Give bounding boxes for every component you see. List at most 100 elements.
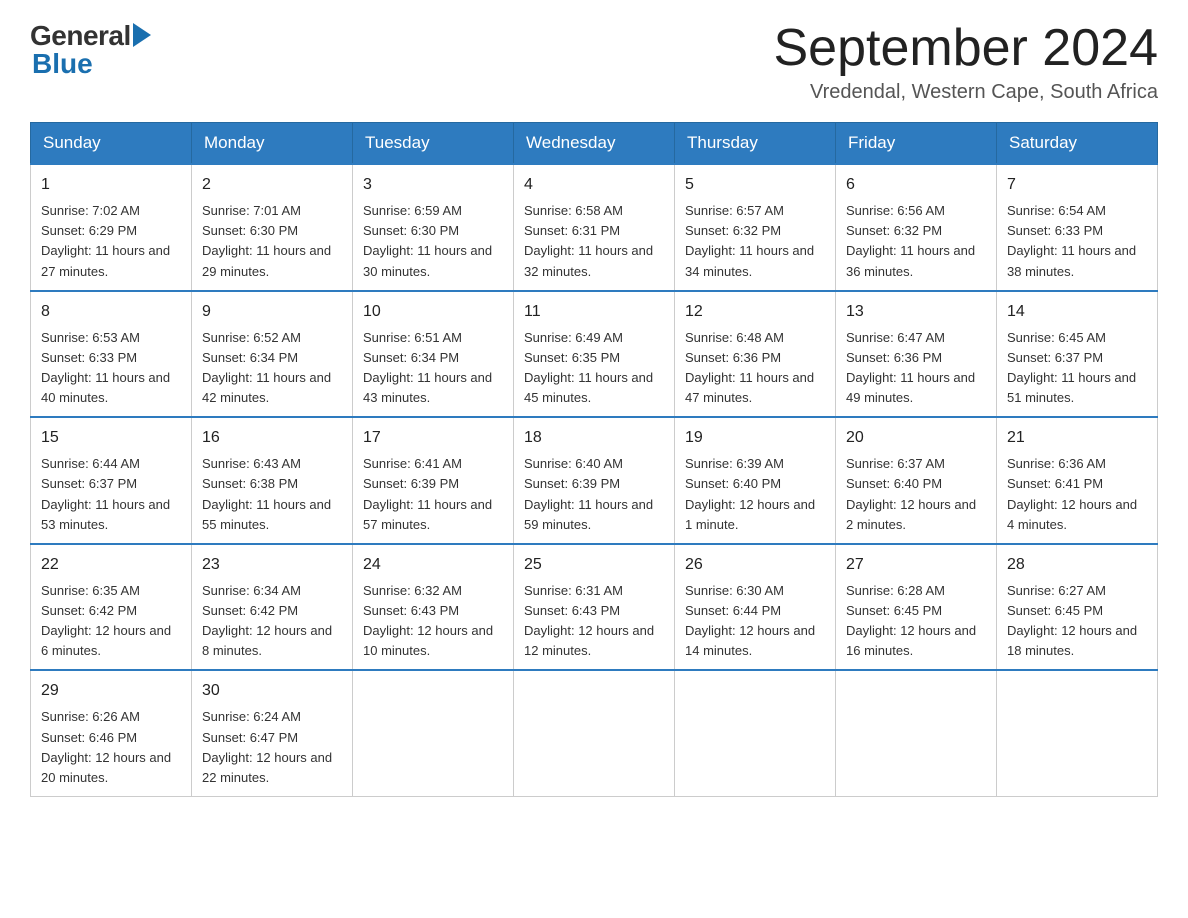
table-row: 10Sunrise: 6:51 AMSunset: 6:34 PMDayligh… bbox=[353, 291, 514, 418]
day-number: 25 bbox=[524, 553, 664, 577]
logo: General Blue bbox=[30, 20, 151, 80]
day-number: 8 bbox=[41, 300, 181, 324]
table-row: 26 Sunrise: 6:30 AMSunset: 6:44 PMDayligh… bbox=[675, 544, 836, 671]
day-number: 13 bbox=[846, 300, 986, 324]
header-thursday: Thursday bbox=[675, 123, 836, 165]
table-row bbox=[836, 670, 997, 796]
table-row bbox=[675, 670, 836, 796]
table-row: 12Sunrise: 6:48 AMSunset: 6:36 PMDayligh… bbox=[675, 291, 836, 418]
table-row: 9 Sunrise: 6:52 AMSunset: 6:34 PMDaylight… bbox=[192, 291, 353, 418]
table-row: 25Sunrise: 6:31 AMSunset: 6:43 PMDayligh… bbox=[514, 544, 675, 671]
day-info: Sunrise: 6:40 AMSunset: 6:39 PMDaylight:… bbox=[524, 454, 664, 535]
day-info: Sunrise: 6:34 AMSunset: 6:42 PMDaylight:… bbox=[202, 581, 342, 662]
day-info: Sunrise: 6:48 AMSunset: 6:36 PMDaylight:… bbox=[685, 328, 825, 409]
day-info: Sunrise: 6:35 AMSunset: 6:42 PMDaylight:… bbox=[41, 581, 181, 662]
day-number: 23 bbox=[202, 553, 342, 577]
day-info: Sunrise: 6:52 AMSunset: 6:34 PMDaylight:… bbox=[202, 328, 342, 409]
header-tuesday: Tuesday bbox=[353, 123, 514, 165]
day-info: Sunrise: 6:47 AMSunset: 6:36 PMDaylight:… bbox=[846, 328, 986, 409]
calendar-table: Sunday Monday Tuesday Wednesday Thursday… bbox=[30, 122, 1158, 797]
header-saturday: Saturday bbox=[997, 123, 1158, 165]
day-info: Sunrise: 7:02 AMSunset: 6:29 PMDaylight:… bbox=[41, 201, 181, 282]
day-info: Sunrise: 6:24 AMSunset: 6:47 PMDaylight:… bbox=[202, 707, 342, 788]
day-info: Sunrise: 6:27 AMSunset: 6:45 PMDaylight:… bbox=[1007, 581, 1147, 662]
day-info: Sunrise: 6:37 AMSunset: 6:40 PMDaylight:… bbox=[846, 454, 986, 535]
day-number: 19 bbox=[685, 426, 825, 450]
day-number: 28 bbox=[1007, 553, 1147, 577]
table-row: 22 Sunrise: 6:35 AMSunset: 6:42 PMDayligh… bbox=[31, 544, 192, 671]
day-info: Sunrise: 6:39 AMSunset: 6:40 PMDaylight:… bbox=[685, 454, 825, 535]
day-number: 16 bbox=[202, 426, 342, 450]
day-info: Sunrise: 6:57 AMSunset: 6:32 PMDaylight:… bbox=[685, 201, 825, 282]
calendar-week-row: 1 Sunrise: 7:02 AMSunset: 6:29 PMDaylight… bbox=[31, 164, 1158, 291]
table-row: 24 Sunrise: 6:32 AMSunset: 6:43 PMDayligh… bbox=[353, 544, 514, 671]
calendar-week-row: 29 Sunrise: 6:26 AMSunset: 6:46 PMDayligh… bbox=[31, 670, 1158, 796]
day-info: Sunrise: 6:36 AMSunset: 6:41 PMDaylight:… bbox=[1007, 454, 1147, 535]
day-number: 11 bbox=[524, 300, 664, 324]
table-row: 3 Sunrise: 6:59 AMSunset: 6:30 PMDaylight… bbox=[353, 164, 514, 291]
day-info: Sunrise: 6:30 AMSunset: 6:44 PMDaylight:… bbox=[685, 581, 825, 662]
day-number: 17 bbox=[363, 426, 503, 450]
table-row: 20 Sunrise: 6:37 AMSunset: 6:40 PMDayligh… bbox=[836, 417, 997, 544]
day-info: Sunrise: 6:53 AMSunset: 6:33 PMDaylight:… bbox=[41, 328, 181, 409]
day-number: 22 bbox=[41, 553, 181, 577]
day-number: 6 bbox=[846, 173, 986, 197]
table-row: 8 Sunrise: 6:53 AMSunset: 6:33 PMDaylight… bbox=[31, 291, 192, 418]
table-row: 2 Sunrise: 7:01 AMSunset: 6:30 PMDaylight… bbox=[192, 164, 353, 291]
day-number: 4 bbox=[524, 173, 664, 197]
calendar-title-area: September 2024 Vredendal, Western Cape, … bbox=[774, 20, 1159, 104]
day-info: Sunrise: 6:49 AMSunset: 6:35 PMDaylight:… bbox=[524, 328, 664, 409]
day-number: 20 bbox=[846, 426, 986, 450]
table-row: 5 Sunrise: 6:57 AMSunset: 6:32 PMDaylight… bbox=[675, 164, 836, 291]
page-header: General Blue September 2024 Vredendal, W… bbox=[30, 20, 1158, 104]
day-info: Sunrise: 6:59 AMSunset: 6:30 PMDaylight:… bbox=[363, 201, 503, 282]
table-row: 23 Sunrise: 6:34 AMSunset: 6:42 PMDayligh… bbox=[192, 544, 353, 671]
logo-blue-text: Blue bbox=[32, 48, 93, 80]
day-number: 10 bbox=[363, 300, 503, 324]
header-sunday: Sunday bbox=[31, 123, 192, 165]
header-friday: Friday bbox=[836, 123, 997, 165]
table-row: 27 Sunrise: 6:28 AMSunset: 6:45 PMDayligh… bbox=[836, 544, 997, 671]
month-title: September 2024 bbox=[774, 20, 1159, 77]
day-info: Sunrise: 6:26 AMSunset: 6:46 PMDaylight:… bbox=[41, 707, 181, 788]
calendar-week-row: 8 Sunrise: 6:53 AMSunset: 6:33 PMDaylight… bbox=[31, 291, 1158, 418]
day-info: Sunrise: 6:28 AMSunset: 6:45 PMDaylight:… bbox=[846, 581, 986, 662]
day-info: Sunrise: 6:58 AMSunset: 6:31 PMDaylight:… bbox=[524, 201, 664, 282]
day-info: Sunrise: 6:54 AMSunset: 6:33 PMDaylight:… bbox=[1007, 201, 1147, 282]
day-info: Sunrise: 6:45 AMSunset: 6:37 PMDaylight:… bbox=[1007, 328, 1147, 409]
calendar-week-row: 15 Sunrise: 6:44 AMSunset: 6:37 PMDayligh… bbox=[31, 417, 1158, 544]
table-row: 19 Sunrise: 6:39 AMSunset: 6:40 PMDayligh… bbox=[675, 417, 836, 544]
day-info: Sunrise: 6:56 AMSunset: 6:32 PMDaylight:… bbox=[846, 201, 986, 282]
day-info: Sunrise: 7:01 AMSunset: 6:30 PMDaylight:… bbox=[202, 201, 342, 282]
table-row bbox=[353, 670, 514, 796]
day-info: Sunrise: 6:32 AMSunset: 6:43 PMDaylight:… bbox=[363, 581, 503, 662]
day-number: 21 bbox=[1007, 426, 1147, 450]
day-number: 15 bbox=[41, 426, 181, 450]
table-row: 18Sunrise: 6:40 AMSunset: 6:39 PMDayligh… bbox=[514, 417, 675, 544]
table-row: 1 Sunrise: 7:02 AMSunset: 6:29 PMDaylight… bbox=[31, 164, 192, 291]
table-row: 30 Sunrise: 6:24 AMSunset: 6:47 PMDayligh… bbox=[192, 670, 353, 796]
day-number: 29 bbox=[41, 679, 181, 703]
day-number: 27 bbox=[846, 553, 986, 577]
day-number: 30 bbox=[202, 679, 342, 703]
day-number: 5 bbox=[685, 173, 825, 197]
table-row: 21 Sunrise: 6:36 AMSunset: 6:41 PMDayligh… bbox=[997, 417, 1158, 544]
day-number: 3 bbox=[363, 173, 503, 197]
table-row: 16 Sunrise: 6:43 AMSunset: 6:38 PMDayligh… bbox=[192, 417, 353, 544]
day-info: Sunrise: 6:43 AMSunset: 6:38 PMDaylight:… bbox=[202, 454, 342, 535]
day-number: 14 bbox=[1007, 300, 1147, 324]
day-info: Sunrise: 6:44 AMSunset: 6:37 PMDaylight:… bbox=[41, 454, 181, 535]
table-row: 15 Sunrise: 6:44 AMSunset: 6:37 PMDayligh… bbox=[31, 417, 192, 544]
table-row: 17Sunrise: 6:41 AMSunset: 6:39 PMDayligh… bbox=[353, 417, 514, 544]
day-number: 9 bbox=[202, 300, 342, 324]
table-row: 13 Sunrise: 6:47 AMSunset: 6:36 PMDayligh… bbox=[836, 291, 997, 418]
day-number: 26 bbox=[685, 553, 825, 577]
table-row: 4 Sunrise: 6:58 AMSunset: 6:31 PMDaylight… bbox=[514, 164, 675, 291]
header-monday: Monday bbox=[192, 123, 353, 165]
day-number: 1 bbox=[41, 173, 181, 197]
table-row: 29 Sunrise: 6:26 AMSunset: 6:46 PMDayligh… bbox=[31, 670, 192, 796]
table-row: 6 Sunrise: 6:56 AMSunset: 6:32 PMDaylight… bbox=[836, 164, 997, 291]
day-number: 2 bbox=[202, 173, 342, 197]
day-number: 24 bbox=[363, 553, 503, 577]
table-row: 7Sunrise: 6:54 AMSunset: 6:33 PMDaylight… bbox=[997, 164, 1158, 291]
